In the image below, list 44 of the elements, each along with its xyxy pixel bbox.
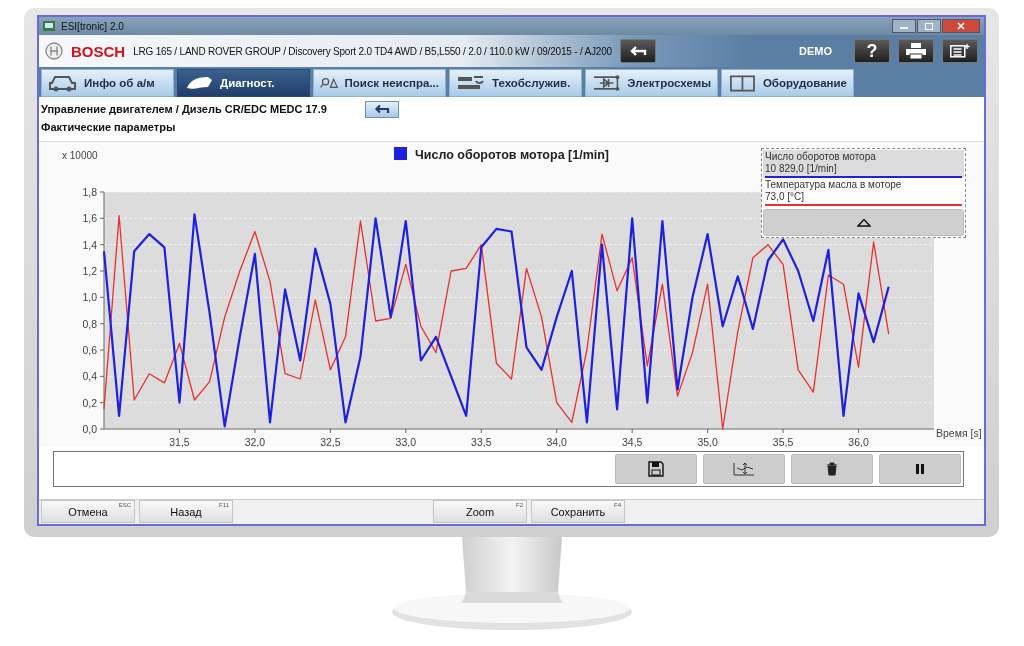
y-tick-label: 0,4 — [82, 370, 97, 383]
y-tick-label: 1,6 — [82, 212, 97, 225]
x-tick-label: 33,0 — [395, 436, 417, 447]
brand-logo: BOSCH — [71, 42, 126, 60]
y-tick-label: 1,0 — [82, 291, 97, 304]
footer-button[interactable]: Отмена $^{ESC}$ — [41, 500, 135, 523]
x-tick-label: 35,0 — [697, 436, 718, 447]
y-tick-label: 1,2 — [82, 265, 97, 277]
legend-name: Число оборотов мотора — [765, 151, 877, 163]
legend-item[interactable]: Температура масла в моторе 73,0 [°C] — [763, 178, 964, 206]
footer-button[interactable]: Сохранить $^{F4}$ — [531, 500, 625, 523]
x-tick-label: 36,0 — [848, 436, 869, 447]
x-tick-label: 31,5 — [169, 436, 190, 447]
chart-title: Число оборотов мотора [1/min] — [415, 148, 610, 162]
x-tick-label: 34,0 — [546, 436, 567, 447]
mode-label: DEMO — [799, 45, 832, 57]
x-tick-label: 34,5 — [621, 436, 643, 447]
legend-reading: 73,0 [°C] — [765, 191, 806, 203]
vehicle-info: LRG 165 / LAND ROVER GROUP / Discovery Sport 2.0 TD4 AWD / B5,L550 / 2.0 / 110.0 kW / 09/2015 - / AJ200 — [133, 45, 612, 57]
legend-item[interactable]: Число оборотов мотора 10 829,0 [1/min] — [763, 150, 964, 178]
x-axis-label: Время [s] — [936, 427, 982, 439]
y-tick-label: 0,6 — [82, 344, 97, 356]
tab[interactable]: Диагност. — [177, 69, 310, 97]
help-button[interactable]: ? — [854, 39, 890, 63]
tab[interactable]: Оборудование — [721, 69, 854, 97]
window-title: ESI[tronic] 2.0 — [61, 20, 124, 32]
tab[interactable]: Техобслужив. — [449, 69, 582, 97]
y-axis-unit: x 10000 — [62, 150, 98, 161]
y-tick-label: 0,2 — [82, 396, 97, 409]
x-tick-label: 35,5 — [772, 436, 794, 447]
tab[interactable]: Инфо об а/м — [41, 69, 174, 97]
breadcrumb: Управление двигателем / Дизель CR/EDC MEDC 17.9 — [41, 103, 327, 115]
y-tick-label: 0,8 — [82, 317, 97, 330]
tab[interactable]: Электросхемы — [585, 69, 718, 97]
legend-reading: 10 829,0 [1/min] — [765, 163, 838, 175]
x-tick-label: 32,0 — [244, 436, 266, 447]
legend-name: Температура масла в моторе — [765, 179, 903, 191]
x-tick-label: 33,5 — [471, 436, 492, 447]
y-tick-label: 1,8 — [82, 186, 97, 198]
y-tick-label: 1,4 — [82, 238, 97, 251]
tab[interactable]: Поиск неиспра... — [313, 69, 446, 97]
x-tick-label: 32,5 — [320, 436, 341, 447]
y-tick-label: 0,0 — [82, 423, 97, 435]
section-title: Фактические параметры — [40, 120, 177, 135]
